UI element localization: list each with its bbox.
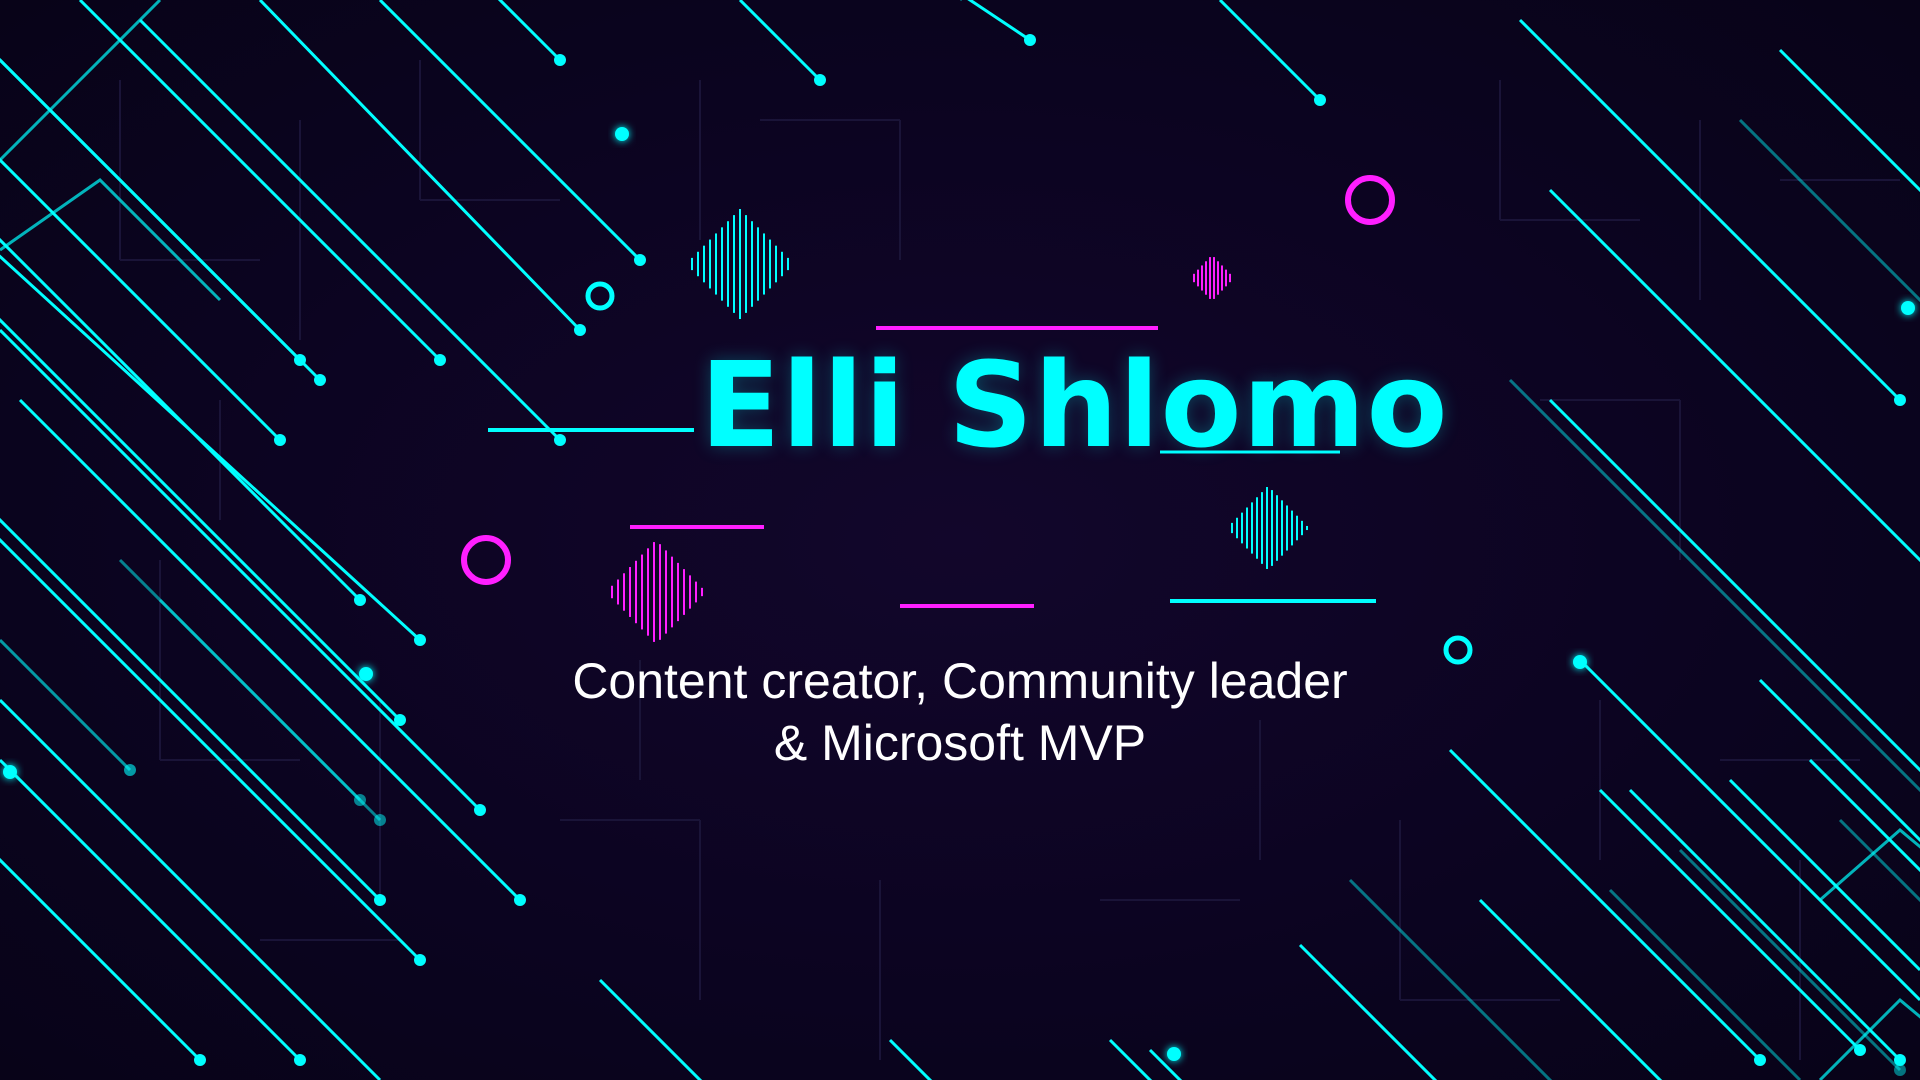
line-end-dot xyxy=(314,374,326,386)
glow-node xyxy=(3,765,17,779)
light-line xyxy=(1108,1038,1153,1080)
line-end-dot xyxy=(1894,394,1906,406)
glow-node xyxy=(1167,1047,1181,1061)
light-line xyxy=(738,0,822,82)
name-title: Elli Shlomo xyxy=(700,336,1449,474)
glow-node xyxy=(359,667,373,681)
line-end-dot xyxy=(124,764,136,776)
light-line xyxy=(0,254,422,642)
line-end-dot xyxy=(414,954,426,966)
light-line xyxy=(888,1038,933,1080)
line-end-dot xyxy=(514,894,526,906)
line-end-dot xyxy=(194,1054,206,1066)
line-end-dot xyxy=(1754,1054,1766,1066)
glow-node xyxy=(1573,655,1587,669)
light-line xyxy=(0,317,402,722)
magenta-diamond-pattern-left xyxy=(611,542,703,642)
light-line xyxy=(0,698,382,1080)
magenta-diamond-pattern-small xyxy=(1193,257,1231,299)
light-line xyxy=(1508,378,1920,793)
line-end-dot xyxy=(814,74,826,86)
light-line xyxy=(0,758,302,1062)
light-line xyxy=(1548,398,1920,773)
line-end-dot xyxy=(474,804,486,816)
tagline: Content creator, Community leader & Micr… xyxy=(460,650,1460,774)
line-end-dot xyxy=(414,634,426,646)
light-line xyxy=(1548,188,1920,563)
tagline-line-1: Content creator, Community leader xyxy=(572,653,1348,709)
light-line xyxy=(1628,788,1902,1062)
line-end-dot xyxy=(634,254,646,266)
glow-node xyxy=(1901,301,1915,315)
light-line xyxy=(0,537,422,962)
cyan-diamond-pattern-top xyxy=(691,209,789,319)
light-line xyxy=(497,0,562,62)
line-end-dot xyxy=(374,894,386,906)
banner: Elli Shlomo Content creator, Community l… xyxy=(0,0,1920,1080)
line-end-dot xyxy=(294,1054,306,1066)
diagonal-light-lines xyxy=(0,0,1920,1080)
cyan-diamond-pattern-right xyxy=(1231,487,1308,569)
light-line xyxy=(967,0,1031,42)
line-end-dot xyxy=(554,54,566,66)
light-line xyxy=(1728,778,1920,972)
line-end-dot xyxy=(554,434,566,446)
tagline-line-2: & Microsoft MVP xyxy=(773,715,1147,771)
light-line xyxy=(1778,48,1920,193)
light-line xyxy=(0,58,322,382)
line-end-dot xyxy=(574,324,586,336)
glow-node xyxy=(615,127,629,141)
light-line xyxy=(1348,878,1553,1080)
light-line xyxy=(18,398,522,902)
line-end-dot xyxy=(274,434,286,446)
light-line xyxy=(0,157,282,442)
light-line xyxy=(598,978,703,1080)
light-line xyxy=(1298,943,1438,1080)
light-line xyxy=(0,857,202,1062)
light-line xyxy=(1478,898,1663,1080)
line-end-dot xyxy=(434,354,446,366)
line-end-dot xyxy=(1894,1064,1906,1076)
light-line xyxy=(0,517,382,902)
line-end-dot xyxy=(1314,94,1326,106)
magenta-ring-top xyxy=(1345,175,1395,225)
light-line xyxy=(1518,18,1902,402)
line-end-dot xyxy=(374,814,386,826)
light-line xyxy=(78,0,442,362)
magenta-ring-left xyxy=(461,535,511,585)
light-line xyxy=(0,638,132,772)
light-line xyxy=(1578,658,1920,1002)
light-line xyxy=(1678,848,1902,1072)
circuit-trace xyxy=(0,178,222,302)
circuit-trace xyxy=(0,0,162,162)
cyan-ring-left xyxy=(585,281,615,311)
light-line xyxy=(158,598,382,822)
light-line xyxy=(138,18,562,442)
faint-circuit-grid xyxy=(119,60,1900,1060)
light-line xyxy=(1218,0,1322,102)
line-end-dot xyxy=(1024,34,1036,46)
light-line xyxy=(1808,758,1920,873)
light-line xyxy=(1738,118,1920,303)
circuit-trace xyxy=(1819,828,1920,902)
light-line xyxy=(258,0,582,332)
circuit-background xyxy=(0,0,1920,1080)
line-end-dot xyxy=(354,594,366,606)
light-line xyxy=(1608,888,1802,1080)
